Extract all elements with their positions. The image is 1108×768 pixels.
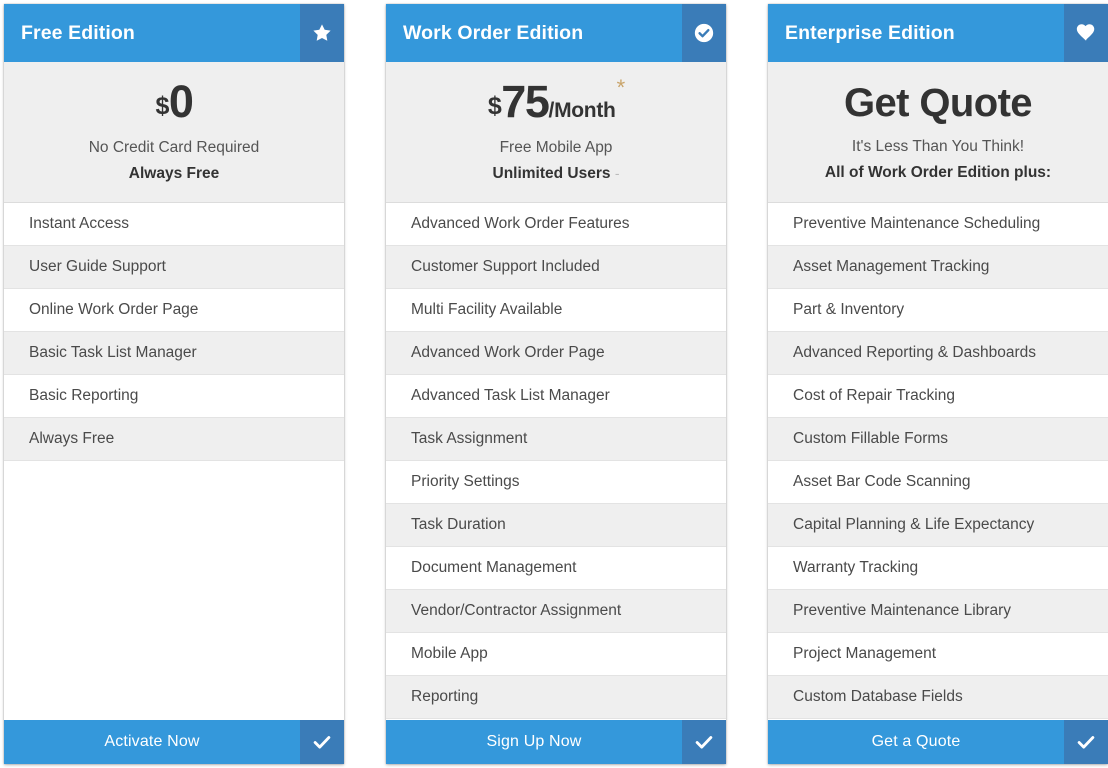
list-item[interactable]: Warranty Tracking — [768, 547, 1108, 590]
pricing-card-free-edition: Free Edition $ 0 No Credit Card Required… — [4, 4, 344, 764]
price-subtitle-primary: It's Less Than You Think! — [851, 138, 1025, 155]
price-panel: $ 0 No Credit Card Required Always Free — [4, 62, 344, 203]
list-item[interactable]: Project Management — [768, 633, 1108, 676]
list-item[interactable]: Preventive Maintenance Library — [768, 590, 1108, 633]
price-amount: 0 — [168, 76, 194, 127]
price-subtitle-secondary: Unlimited Users - — [493, 165, 620, 183]
card-footer[interactable]: Get a Quote — [768, 720, 1108, 764]
card-header: Work Order Edition — [386, 4, 726, 62]
price-subtitle-primary: No Credit Card Required — [88, 138, 260, 156]
feature-list: Advanced Work Order Features Customer Su… — [386, 203, 726, 720]
feature-list-filler — [4, 461, 344, 720]
price-subtitle-secondary-text: Unlimited Users — [492, 164, 611, 182]
price-subtitle-secondary: All of Work Order Edition plus: — [824, 164, 1052, 181]
pricing-table: Free Edition $ 0 No Credit Card Required… — [0, 0, 1108, 768]
list-item[interactable]: Priority Settings — [386, 461, 726, 504]
trailing-dash: - — [614, 164, 620, 181]
list-item[interactable]: Always Free — [4, 418, 344, 461]
list-item[interactable]: Basic Reporting — [4, 375, 344, 418]
card-footer[interactable]: Activate Now — [4, 720, 344, 764]
list-item[interactable]: Custom Fillable Forms — [768, 418, 1108, 461]
list-item[interactable]: Task Duration — [386, 504, 726, 547]
list-item[interactable]: Customer Support Included — [386, 246, 726, 289]
list-item[interactable]: Document Management — [386, 547, 726, 590]
pricing-card-enterprise-edition: Enterprise Edition Get Quote It's Less T… — [768, 4, 1108, 764]
activate-now-button[interactable]: Activate Now — [4, 720, 300, 764]
list-item[interactable]: User Guide Support — [4, 246, 344, 289]
list-item[interactable]: Advanced Work Order Page — [386, 332, 726, 375]
heart-icon — [1064, 4, 1108, 62]
check-icon[interactable] — [300, 720, 344, 764]
check-icon[interactable] — [1064, 720, 1108, 764]
price-panel: $ 75 /Month * Free Mobile App Unlimited … — [386, 62, 726, 203]
card-footer[interactable]: Sign Up Now — [386, 720, 726, 764]
price-panel: Get Quote It's Less Than You Think! All … — [768, 62, 1108, 203]
list-item[interactable]: Online Work Order Page — [4, 289, 344, 332]
price-subtitle-primary: Free Mobile App — [499, 138, 613, 156]
list-item[interactable]: Instant Access — [4, 203, 344, 246]
list-item[interactable]: Capital Planning & Life Expectancy — [768, 504, 1108, 547]
list-item[interactable]: Asset Management Tracking — [768, 246, 1108, 289]
list-item[interactable]: Basic Task List Manager — [4, 332, 344, 375]
feature-list: Preventive Maintenance Scheduling Asset … — [768, 203, 1108, 720]
card-header: Free Edition — [4, 4, 344, 62]
card-header: Enterprise Edition — [768, 4, 1108, 62]
list-item[interactable]: Part & Inventory — [768, 289, 1108, 332]
list-item[interactable]: Cost of Repair Tracking — [768, 375, 1108, 418]
get-a-quote-button[interactable]: Get a Quote — [768, 720, 1064, 764]
list-item[interactable]: Preventive Maintenance Scheduling — [768, 203, 1108, 246]
list-item[interactable]: Advanced Work Order Features — [386, 203, 726, 246]
price-amount: 75 — [501, 76, 550, 127]
price-line: $ 75 /Month * — [487, 76, 625, 127]
price-currency: $ — [487, 91, 502, 120]
check-icon[interactable] — [682, 720, 726, 764]
list-item[interactable]: Advanced Reporting & Dashboards — [768, 332, 1108, 375]
sign-up-now-button[interactable]: Sign Up Now — [386, 720, 682, 764]
list-item[interactable]: Reporting — [386, 676, 726, 719]
list-item[interactable]: Custom Database Fields — [768, 676, 1108, 719]
card-title: Work Order Edition — [403, 21, 584, 44]
list-item[interactable]: Vendor/Contractor Assignment — [386, 590, 726, 633]
card-title: Enterprise Edition — [785, 21, 955, 44]
card-title: Free Edition — [21, 21, 135, 44]
price-period: /Month — [548, 98, 616, 122]
price-subtitle-secondary: Always Free — [128, 164, 220, 182]
list-item[interactable]: Advanced Task List Manager — [386, 375, 726, 418]
list-item[interactable]: Mobile App — [386, 633, 726, 676]
price-asterisk: * — [616, 75, 626, 100]
check-circle-icon — [682, 4, 726, 62]
list-item[interactable]: Multi Facility Available — [386, 289, 726, 332]
list-item[interactable]: Asset Bar Code Scanning — [768, 461, 1108, 504]
pricing-card-work-order-edition: Work Order Edition $ 75 /Month * Free Mo… — [386, 4, 726, 764]
price-headline: Get Quote — [844, 81, 1033, 125]
list-item[interactable]: Task Assignment — [386, 418, 726, 461]
price-currency: $ — [155, 91, 169, 120]
star-icon — [300, 4, 344, 62]
feature-list: Instant Access User Guide Support Online… — [4, 203, 344, 720]
price-line: $ 0 — [155, 76, 194, 127]
